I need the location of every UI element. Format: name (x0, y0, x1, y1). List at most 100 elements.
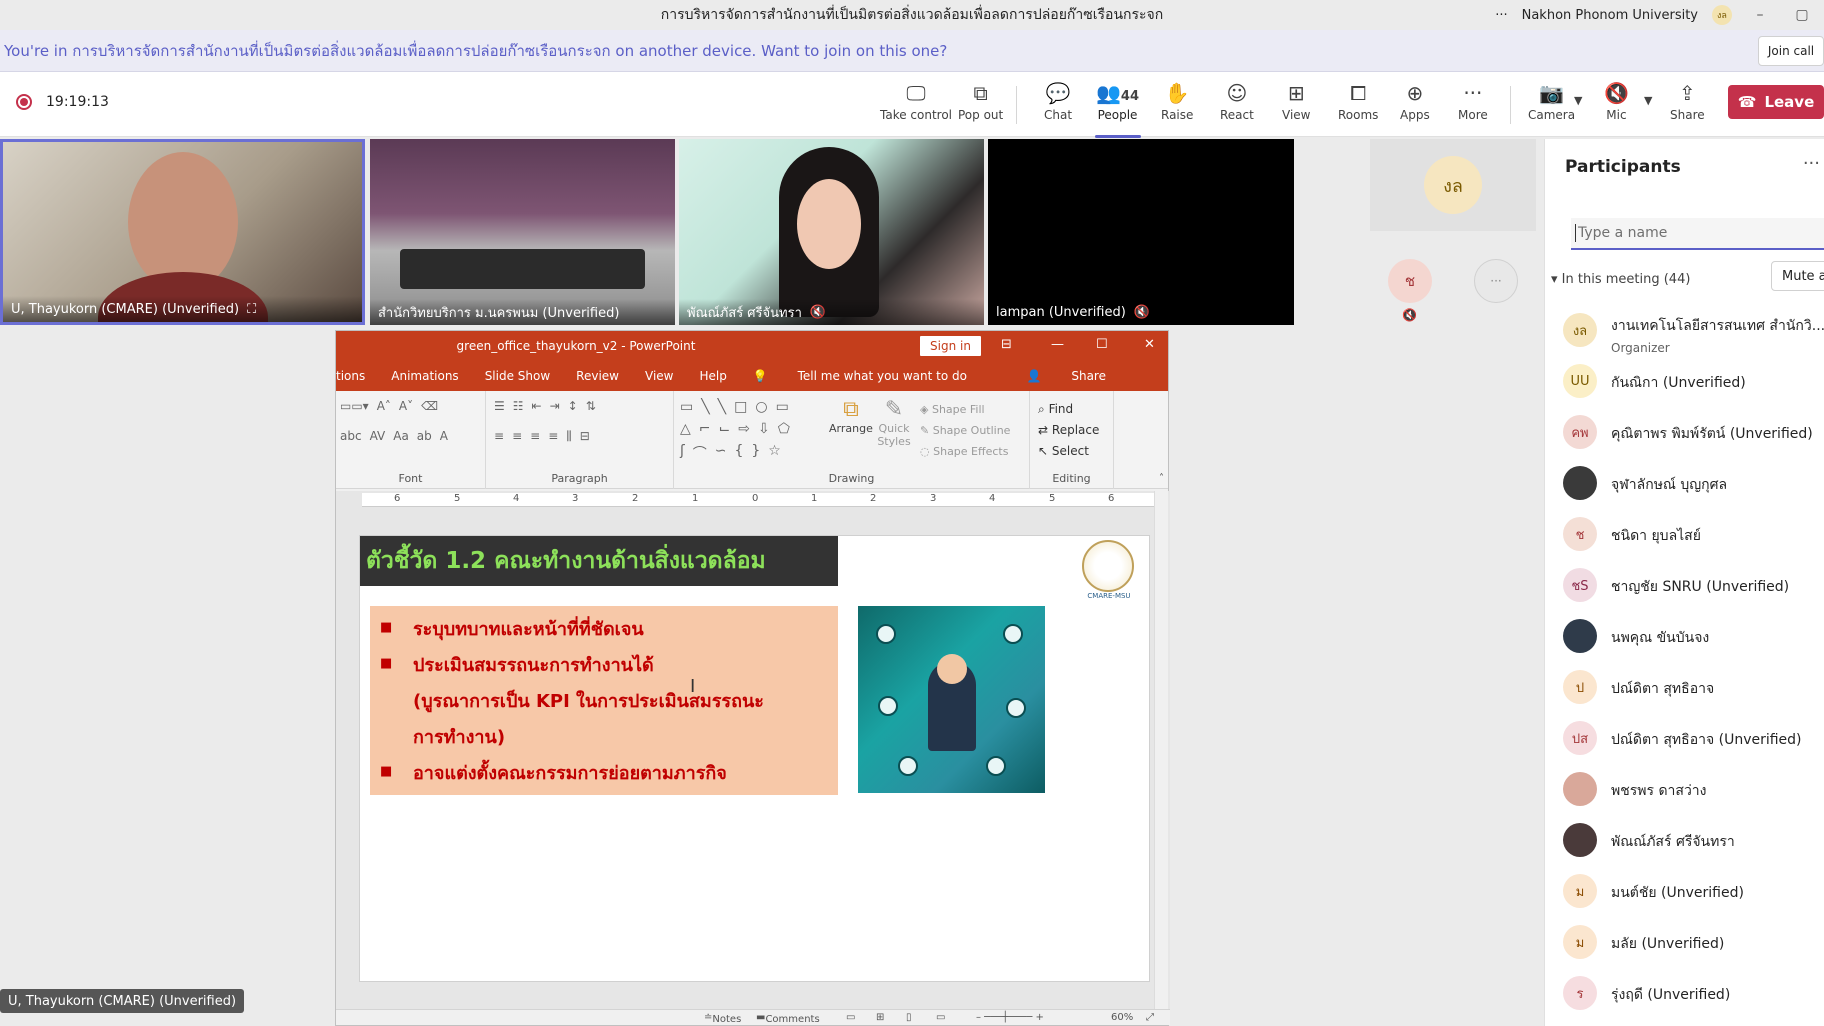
smartart-icon[interactable]: ⊟ (580, 429, 590, 444)
font-color-icon[interactable]: A (440, 429, 448, 443)
people-button[interactable]: 👥44 People (1094, 80, 1141, 138)
participant-row[interactable]: UU กันณิกา (Unverified) (1563, 362, 1824, 406)
close-icon[interactable]: ✕ (1144, 337, 1155, 352)
participant-row[interactable]: ช ชนิดา ยุบลไสย์ (1563, 515, 1824, 559)
chevron-down-icon[interactable]: ▼ (1574, 94, 1582, 107)
arrow-shape-icon[interactable]: ⇨ (738, 421, 750, 437)
avatar[interactable]: งล (1712, 5, 1732, 25)
brace-icon[interactable]: { (734, 443, 743, 463)
bullets-icon[interactable]: ☰ (494, 399, 505, 413)
align-right-icon[interactable]: ≡ (530, 429, 540, 444)
more-icon[interactable]: ··· (1495, 8, 1507, 23)
take-control-button[interactable]: 🖵 Take control (880, 80, 952, 130)
view-sorter-icon[interactable]: ⊞ (876, 1012, 884, 1023)
participant-row[interactable]: ร รุ่งฤดี (Unverified) (1563, 974, 1824, 1018)
vertical-scrollbar[interactable] (1154, 491, 1168, 1011)
tab-animations[interactable]: Animations (391, 369, 458, 383)
text-direction-icon[interactable]: ⇅ (586, 399, 596, 413)
freeform-icon[interactable]: ʃ (680, 443, 685, 463)
connector-icon[interactable]: ⌙ (719, 421, 731, 437)
rooms-button[interactable]: ⧠ Rooms (1338, 80, 1378, 130)
avatar[interactable]: ช (1388, 259, 1432, 303)
participant-row[interactable]: ปส ปณ์ดิตา สุทธิอาจ (Unverified) (1563, 719, 1824, 763)
shape-outline-button[interactable]: ✎ Shape Outline (920, 420, 1010, 441)
sign-in-button[interactable]: Sign in (920, 336, 981, 356)
zoom-level[interactable]: 60% (1111, 1012, 1133, 1023)
justify-icon[interactable]: ≡ (548, 429, 558, 444)
pop-out-button[interactable]: ⧉ Pop out (958, 80, 1003, 130)
mic-button[interactable]: 🔇 Mic (1604, 80, 1629, 130)
slide-canvas[interactable]: ตัวชี้วัด 1.2 คณะทำงานด้านสิ่งแวดล้อม CM… (359, 535, 1150, 982)
view-reading-icon[interactable]: ▯ (906, 1012, 912, 1023)
participant-row[interactable]: จุฬาลักษณ์ บุญกุศล (1563, 464, 1824, 508)
tell-me-box[interactable]: 💡 Tell me what you want to do (753, 369, 993, 383)
arrow-down-shape-icon[interactable]: ⇩ (758, 421, 770, 437)
participant-row[interactable]: พชรพร ดาสว่าง (1563, 770, 1824, 814)
tab-view[interactable]: View (645, 369, 673, 383)
rect-shape-icon[interactable]: □ (734, 399, 747, 415)
participant-row[interactable]: ชS ชาญชัย SNRU (Unverified) (1563, 566, 1824, 610)
tab-help[interactable]: Help (699, 369, 726, 383)
participant-search-input[interactable]: Type a name (1571, 218, 1824, 250)
mini-video-tile[interactable]: งล (1370, 139, 1536, 231)
notes-button[interactable]: ≐ Notes (704, 1012, 741, 1025)
participant-row[interactable]: งล งานเทคโนโลยีสารสนเทศ สำนักวิ... Organiz… (1563, 311, 1824, 355)
font-size-select[interactable]: ▭▭▾ (340, 399, 369, 413)
rect-shape-icon[interactable]: ▭ (776, 399, 789, 415)
outdent-icon[interactable]: ⇥ (550, 399, 560, 413)
join-call-button[interactable]: Join call (1758, 36, 1824, 66)
ribbon-display-icon[interactable]: ⊟ (1001, 337, 1012, 352)
zoom-slider[interactable]: – ───┼──── + (976, 1012, 1044, 1023)
avatar[interactable]: ··· (1474, 259, 1518, 303)
video-tile[interactable]: พัณณ์ภัสร์ ศรีจันทรา 🔇 (679, 139, 984, 325)
mute-all-button[interactable]: Mute a (1771, 261, 1824, 291)
line-shape-icon[interactable]: ╲ (701, 399, 709, 415)
columns-icon[interactable]: ⫼ (566, 429, 572, 444)
star-shape-icon[interactable]: ☆ (768, 443, 781, 463)
align-center-icon[interactable]: ≡ (512, 429, 522, 444)
minimize-icon[interactable]: – (1746, 7, 1774, 23)
camera-button[interactable]: 📷 Camera (1528, 80, 1575, 130)
collapse-ribbon-icon[interactable]: ˄ (1159, 473, 1164, 484)
arrange-button[interactable]: ⧉ Arrange (829, 397, 873, 435)
change-case-icon[interactable]: Aa (393, 429, 409, 443)
minimize-icon[interactable]: — (1051, 337, 1064, 352)
chat-button[interactable]: 💬 Chat (1044, 80, 1072, 130)
raise-button[interactable]: ✋ Raise (1161, 80, 1193, 130)
clear-format-icon[interactable]: ⌫ (421, 399, 438, 413)
participant-row[interactable]: ป ปณ์ดิตา สุทธิอาจ (1563, 668, 1824, 712)
tab-slide-show[interactable]: Slide Show (485, 369, 550, 383)
tab-transitions[interactable]: tions (336, 369, 365, 383)
view-button[interactable]: ⊞ View (1282, 80, 1310, 130)
chevron-down-icon[interactable]: ▼ (1644, 94, 1652, 107)
participant-row[interactable]: ม มนต์ชัย (Unverified) (1563, 872, 1824, 916)
connector-icon[interactable]: ⌐ (699, 421, 711, 437)
view-slideshow-icon[interactable]: ▭ (936, 1012, 945, 1023)
quick-styles-button[interactable]: ✎ Quick Styles (876, 397, 912, 448)
curve-icon[interactable]: ∽ (715, 443, 727, 463)
participant-row[interactable]: พัณณ์ภัสร์ ศรีจันทรา (1563, 821, 1824, 865)
bullet-textbox[interactable]: ■ ระบุบทบาทและหน้าที่ที่ชัดเจน ■ ประเมิน… (370, 606, 838, 795)
leave-button[interactable]: ☎ Leave (1728, 85, 1824, 119)
in-meeting-toggle[interactable]: ▾ In this meeting (44) (1551, 272, 1690, 287)
shrink-font-icon[interactable]: A˅ (399, 399, 413, 413)
triangle-shape-icon[interactable]: △ (680, 421, 691, 437)
shape-effects-button[interactable]: ◌ Shape Effects (920, 441, 1010, 462)
more-button[interactable]: ··· More (1458, 80, 1488, 130)
line-spacing-icon[interactable]: ↕ (568, 399, 578, 413)
tab-review[interactable]: Review (576, 369, 619, 383)
slide-title[interactable]: ตัวชี้วัด 1.2 คณะทำงานด้านสิ่งแวดล้อม (360, 536, 838, 586)
participant-row[interactable]: นพคุณ ขันบันจง (1563, 617, 1824, 661)
align-left-icon[interactable]: ≡ (494, 429, 504, 444)
textbox-shape-icon[interactable]: ▭ (680, 399, 693, 415)
video-tile[interactable]: U, Thayukorn (CMARE) (Unverified) ⛶ (0, 139, 365, 325)
video-tile[interactable]: lampan (Unverified) 🔇 (988, 139, 1294, 325)
brace-icon[interactable]: } (751, 443, 760, 463)
maximize-icon[interactable]: ▢ (1788, 7, 1816, 23)
participant-row[interactable]: คพ คุณิตาพร พิมพ์รัตน์ (Unverified) (1563, 413, 1824, 457)
grow-font-icon[interactable]: A˄ (377, 399, 391, 413)
slide-illustration[interactable] (858, 606, 1045, 793)
select-button[interactable]: ↖ Select (1038, 441, 1099, 462)
curve-icon[interactable]: ⌒ (693, 443, 707, 463)
strikethrough-icon[interactable]: abc (340, 429, 362, 443)
